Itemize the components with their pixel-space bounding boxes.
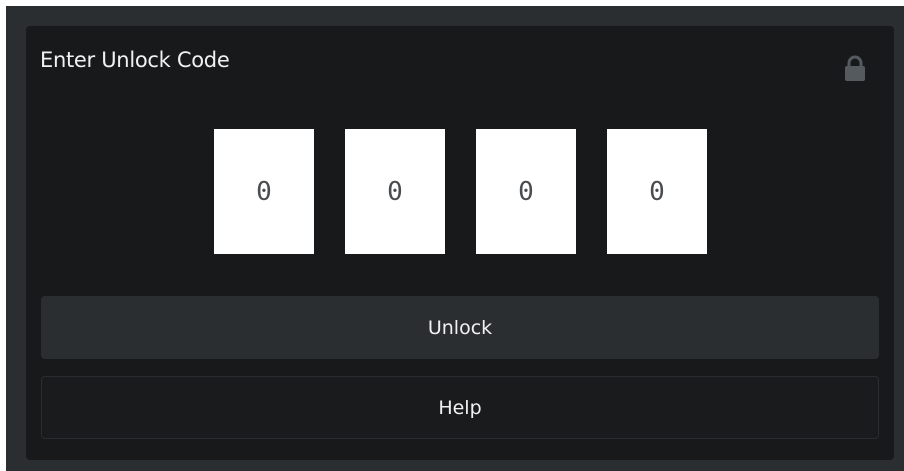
code-digit-2[interactable]: 0 (345, 129, 445, 254)
lock-icon (845, 55, 865, 81)
dialog-title: Enter Unlock Code (40, 48, 230, 72)
unlock-button[interactable]: Unlock (41, 296, 879, 359)
code-digit-3[interactable]: 0 (476, 129, 576, 254)
code-digit-4[interactable]: 0 (607, 129, 707, 254)
unlock-dialog: Enter Unlock Code 0 0 0 0 Unlock Help (26, 26, 894, 460)
code-digit-group: 0 0 0 0 (214, 129, 707, 254)
dialog-backdrop: Enter Unlock Code 0 0 0 0 Unlock Help (6, 6, 904, 471)
code-digit-1[interactable]: 0 (214, 129, 314, 254)
help-button[interactable]: Help (41, 376, 879, 439)
